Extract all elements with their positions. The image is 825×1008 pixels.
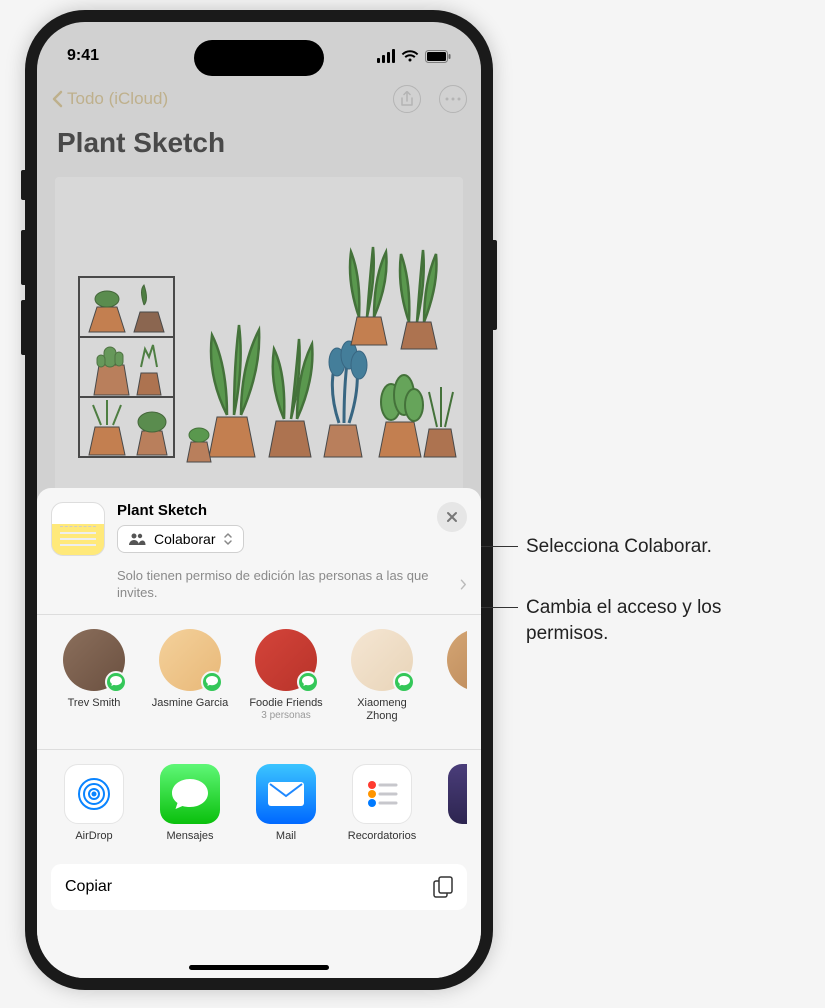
avatar xyxy=(447,629,467,691)
share-title: Plant Sketch xyxy=(117,502,467,519)
mute-switch xyxy=(21,170,25,200)
messages-icon xyxy=(160,764,220,824)
volume-up xyxy=(21,230,25,285)
contact-item[interactable]: Jasmine Garcia xyxy=(151,629,229,723)
messages-badge-icon xyxy=(297,671,319,693)
home-indicator[interactable] xyxy=(189,965,329,970)
people-icon xyxy=(128,533,146,545)
iphone-frame: 9:41 Todo (iCloud) Plant Sketch xyxy=(25,10,493,990)
copy-icon xyxy=(433,876,453,898)
avatar xyxy=(63,629,125,691)
cellular-icon xyxy=(377,49,395,63)
close-button[interactable] xyxy=(437,502,467,532)
status-icons xyxy=(377,49,451,63)
permissions-label: Solo tienen permiso de edición las perso… xyxy=(117,568,456,602)
apps-row: AirDrop Mensajes Mail xyxy=(51,750,467,856)
callout-text: Selecciona Colaborar. xyxy=(526,534,712,560)
app-label: Mensajes xyxy=(151,830,229,842)
mail-icon xyxy=(256,764,316,824)
contacts-row: Trev Smith Jasmine Garcia Foodie Friends… xyxy=(51,615,467,737)
avatar xyxy=(351,629,413,691)
permissions-button[interactable]: Solo tienen permiso de edición las perso… xyxy=(117,568,467,602)
screen: 9:41 Todo (iCloud) Plant Sketch xyxy=(37,22,481,978)
collaborate-select[interactable]: Colaborar xyxy=(117,525,244,553)
messages-badge-icon xyxy=(393,671,415,693)
contact-name: Xiaomeng Zhong xyxy=(343,697,421,723)
power-button xyxy=(493,240,497,330)
airdrop-icon xyxy=(64,764,124,824)
app-reminders[interactable]: Recordatorios xyxy=(343,764,421,842)
share-sheet: Plant Sketch Colaborar Solo tienen permi… xyxy=(37,488,481,978)
messages-badge-icon xyxy=(201,671,223,693)
app-other[interactable] xyxy=(439,764,467,842)
contact-item[interactable]: Xiaomeng Zhong xyxy=(343,629,421,723)
collaborate-label: Colaborar xyxy=(154,531,215,547)
avatar xyxy=(159,629,221,691)
chevron-right-icon xyxy=(460,579,467,590)
reminders-icon xyxy=(352,764,412,824)
chevron-updown-icon xyxy=(223,532,233,546)
contact-item[interactable]: Trev Smith xyxy=(55,629,133,723)
app-label: Mail xyxy=(247,830,325,842)
contact-name: Trev Smith xyxy=(55,697,133,710)
volume-down xyxy=(21,300,25,355)
contact-name: Jasmine Garcia xyxy=(151,697,229,710)
contact-item[interactable]: Foodie Friends 3 personas xyxy=(247,629,325,723)
copy-action[interactable]: Copiar xyxy=(51,864,467,910)
app-airdrop[interactable]: AirDrop xyxy=(55,764,133,842)
contact-name: Foodie Friends xyxy=(247,697,325,710)
status-time: 9:41 xyxy=(67,47,99,65)
avatar xyxy=(255,629,317,691)
contact-name: C xyxy=(439,697,467,710)
app-label: AirDrop xyxy=(55,830,133,842)
callout-text: Cambia el acceso y los permisos. xyxy=(526,595,746,646)
notes-app-icon xyxy=(51,502,105,556)
contact-item[interactable]: C xyxy=(439,629,467,723)
dynamic-island xyxy=(194,40,324,76)
contact-sub: 3 personas xyxy=(247,710,325,721)
other-app-icon xyxy=(448,764,467,824)
app-label: Recordatorios xyxy=(343,830,421,842)
close-icon xyxy=(446,511,458,523)
app-messages[interactable]: Mensajes xyxy=(151,764,229,842)
battery-icon xyxy=(425,50,451,63)
copy-label: Copiar xyxy=(65,878,112,896)
app-mail[interactable]: Mail xyxy=(247,764,325,842)
wifi-icon xyxy=(401,49,419,63)
messages-badge-icon xyxy=(105,671,127,693)
